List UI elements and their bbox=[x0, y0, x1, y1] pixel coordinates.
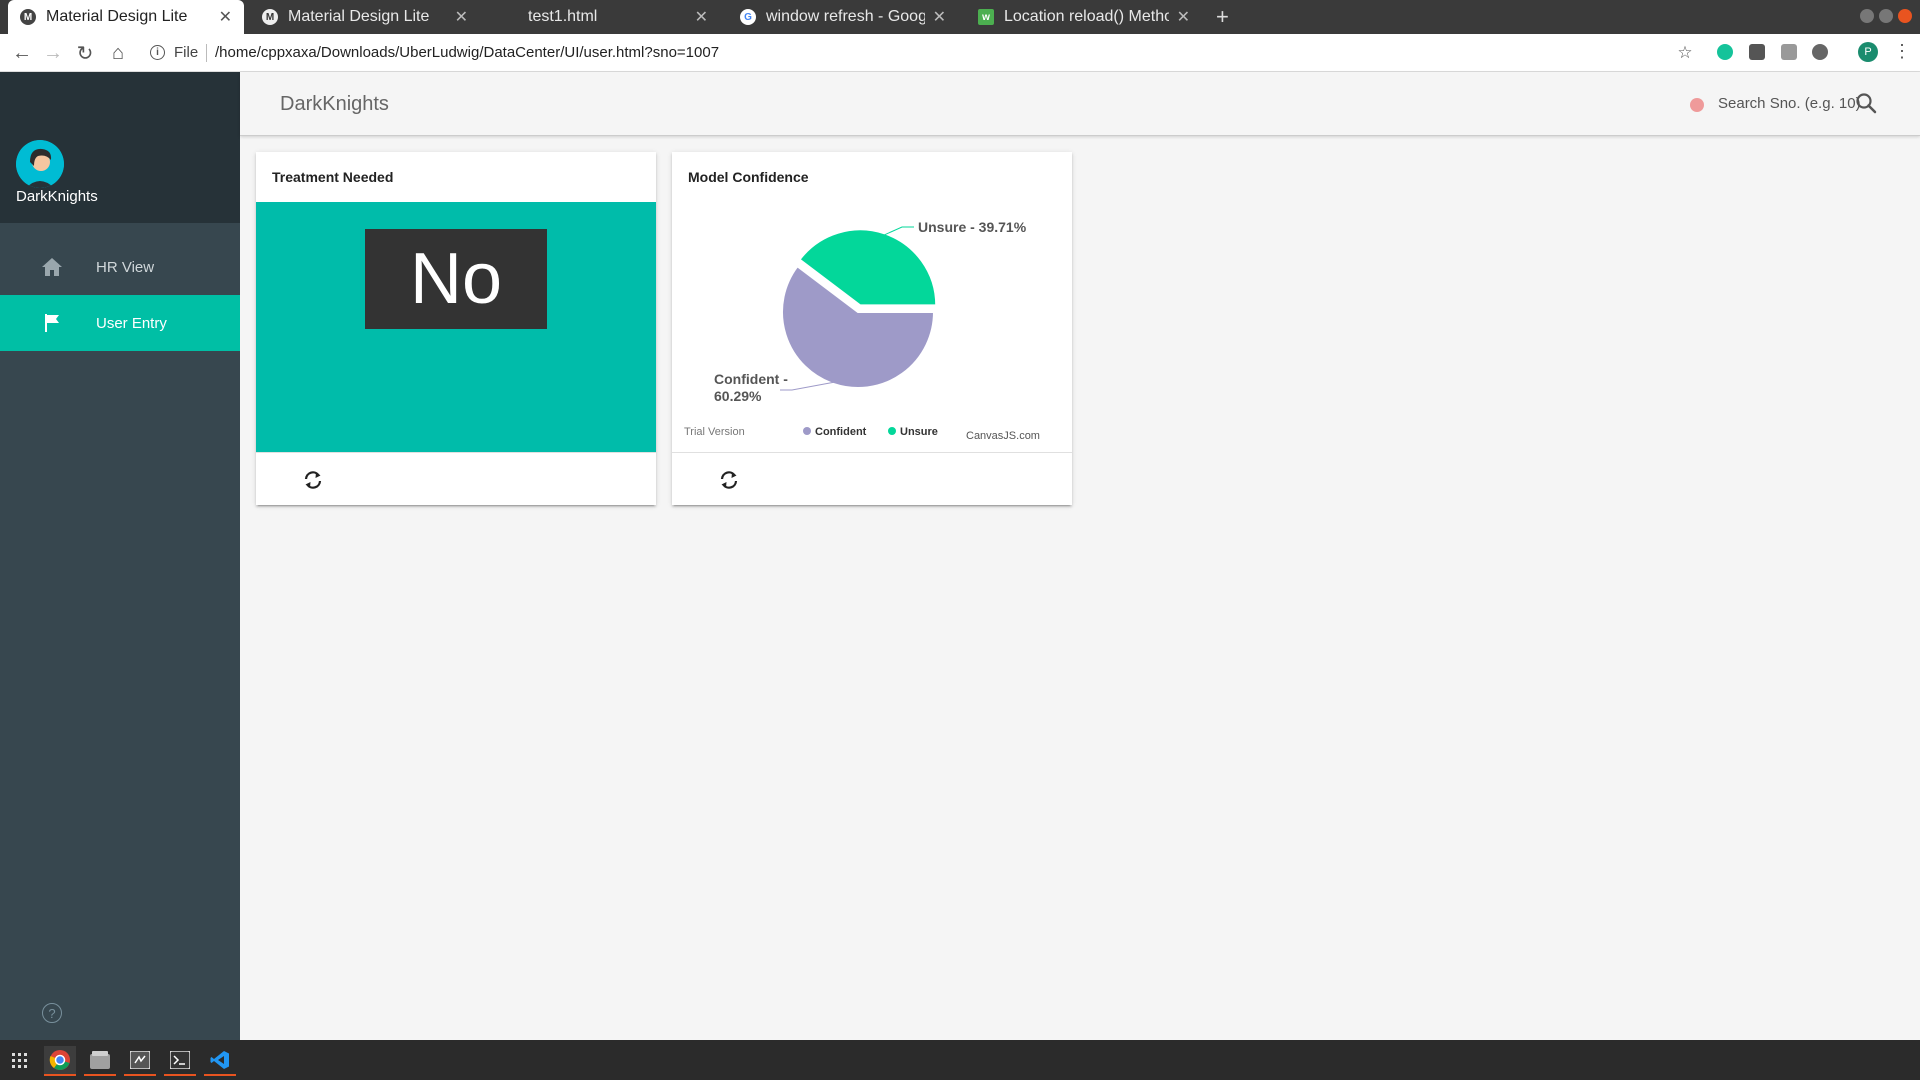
legend-marker bbox=[803, 427, 811, 435]
legend-marker bbox=[888, 427, 896, 435]
main-header: DarkKnights Search Sno. (e.g. 10) bbox=[240, 72, 1920, 136]
forward-arrow-icon[interactable]: → bbox=[41, 41, 65, 65]
back-arrow-icon[interactable]: ← bbox=[10, 41, 34, 65]
sidebar: DarkKnights HR View User Entry ? bbox=[0, 72, 240, 1040]
refresh-icon[interactable] bbox=[302, 469, 324, 491]
new-tab-button[interactable]: + bbox=[1216, 4, 1229, 30]
browser-tab-1[interactable]: M Material Design Lite ✕ bbox=[8, 0, 244, 34]
terminal-icon[interactable] bbox=[164, 1046, 196, 1076]
close-window-icon[interactable] bbox=[1898, 9, 1912, 23]
bookmark-star-icon[interactable]: ☆ bbox=[1673, 41, 1697, 65]
close-icon[interactable]: ✕ bbox=[1177, 7, 1190, 27]
close-icon[interactable]: ✕ bbox=[219, 7, 232, 27]
card-actions bbox=[256, 452, 656, 505]
app-grid-icon[interactable] bbox=[4, 1046, 36, 1076]
home-nav-icon[interactable]: ⌂ bbox=[106, 41, 130, 65]
legend-item-confident[interactable]: Confident bbox=[803, 426, 867, 438]
legend-label: Unsure bbox=[900, 426, 938, 438]
browser-tab-title: Material Design Lite bbox=[288, 8, 430, 25]
confidence-chart: Confident -60.29% Unsure - 39.71% Confiden… bbox=[672, 202, 1072, 452]
chrome-icon[interactable] bbox=[44, 1046, 76, 1076]
sidebar-item-user-entry[interactable]: User Entry bbox=[0, 295, 240, 351]
card-actions bbox=[672, 452, 1072, 505]
close-icon[interactable]: ✕ bbox=[933, 7, 946, 27]
os-taskbar bbox=[0, 1040, 1920, 1080]
avatar bbox=[16, 140, 64, 188]
browser-tab-strip: M Material Design Lite ✕ M Material Desi… bbox=[0, 0, 1920, 34]
refresh-icon[interactable] bbox=[718, 469, 740, 491]
chart-credit-link[interactable]: CanvasJS.com bbox=[966, 430, 1040, 442]
treatment-answer: No bbox=[365, 229, 547, 329]
sidebar-item-hr-view[interactable]: HR View bbox=[0, 239, 240, 295]
chart-trial-text: Trial Version bbox=[684, 426, 745, 438]
browser-tab-5[interactable]: w Location reload() Method ✕ bbox=[966, 0, 1202, 34]
home-icon bbox=[40, 255, 64, 279]
extension-icon[interactable] bbox=[1812, 44, 1828, 60]
card-title: Treatment Needed bbox=[272, 169, 394, 185]
legend-label: Confident bbox=[815, 426, 867, 438]
profile-avatar[interactable]: P bbox=[1858, 42, 1878, 62]
help-icon[interactable]: ? bbox=[42, 1003, 62, 1023]
mdl-icon: M bbox=[20, 9, 36, 25]
close-icon[interactable]: ✕ bbox=[455, 7, 468, 27]
reload-icon[interactable]: ↻ bbox=[73, 41, 97, 65]
legend-item-unsure[interactable]: Unsure bbox=[888, 426, 938, 438]
system-monitor-icon[interactable] bbox=[124, 1046, 156, 1076]
browser-tab-title: Material Design Lite bbox=[46, 8, 188, 25]
file-scheme-label: File bbox=[174, 44, 199, 61]
sidebar-header: DarkKnights bbox=[0, 72, 240, 223]
flag-icon bbox=[40, 311, 64, 335]
pie-index-label-unsure: Unsure - 39.71% bbox=[918, 219, 1027, 235]
treatment-result-area: No bbox=[256, 202, 656, 452]
browser-tab-title: test1.html bbox=[528, 8, 598, 25]
browser-menu-icon[interactable]: ⋮ bbox=[1893, 41, 1911, 62]
mdl-icon: M bbox=[262, 9, 278, 25]
google-icon: G bbox=[740, 9, 756, 25]
grammarly-extension-icon[interactable] bbox=[1717, 44, 1733, 60]
pie-label-leader bbox=[780, 381, 835, 391]
browser-tab-2[interactable]: M Material Design Lite ✕ bbox=[250, 0, 480, 34]
extension-icon[interactable] bbox=[1749, 44, 1765, 60]
close-icon[interactable]: ✕ bbox=[695, 7, 708, 27]
search-input[interactable]: Search Sno. (e.g. 10) bbox=[1718, 95, 1861, 112]
sidebar-item-label: HR View bbox=[96, 258, 155, 276]
browser-tab-title: Location reload() Method bbox=[1004, 8, 1169, 25]
browser-toolbar: ← → ↻ ⌂ i File /home/cppxaxa/Downloads/U… bbox=[0, 34, 1920, 72]
brand-name: DarkKnights bbox=[16, 188, 98, 205]
browser-tab-3[interactable]: test1.html ✕ bbox=[490, 0, 720, 34]
browser-tab-4[interactable]: G window refresh - Google ✕ bbox=[728, 0, 958, 34]
card-title: Model Confidence bbox=[688, 169, 809, 185]
pie-chart: Confident -60.29% Unsure - 39.71% Confiden… bbox=[684, 219, 1040, 442]
blank-page-icon bbox=[502, 9, 518, 25]
browser-tab-title: window refresh - Google bbox=[766, 8, 925, 25]
page-title: DarkKnights bbox=[280, 93, 389, 115]
pie-index-label-confident: Confident -60.29% bbox=[714, 371, 788, 404]
w3schools-icon: w bbox=[978, 9, 994, 25]
address-bar[interactable]: /home/cppxaxa/Downloads/UberLudwig/DataC… bbox=[215, 44, 719, 61]
confidence-card: Model Confidence Confident -60.29% Unsure… bbox=[672, 152, 1072, 505]
info-icon[interactable]: i bbox=[150, 45, 165, 60]
minimize-window-icon[interactable] bbox=[1860, 9, 1874, 23]
maximize-window-icon[interactable] bbox=[1879, 9, 1893, 23]
treatment-card: Treatment Needed No bbox=[256, 152, 656, 505]
sidebar-item-label: User Entry bbox=[96, 314, 167, 332]
vscode-icon[interactable] bbox=[204, 1046, 236, 1076]
status-indicator bbox=[1690, 98, 1704, 112]
files-icon[interactable] bbox=[84, 1046, 116, 1076]
address-divider bbox=[206, 44, 207, 62]
extension-icon[interactable] bbox=[1781, 44, 1797, 60]
search-icon[interactable] bbox=[1855, 92, 1877, 114]
